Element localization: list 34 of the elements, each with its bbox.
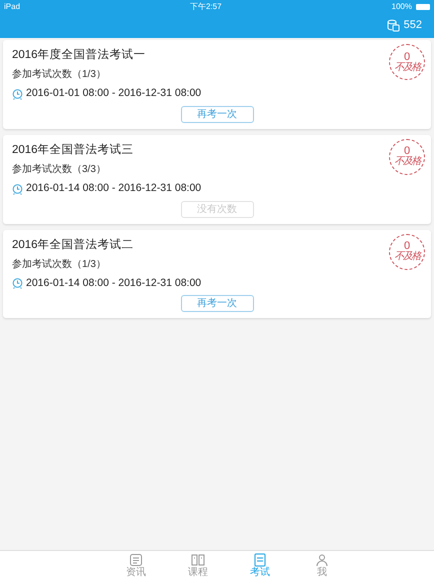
list-icon xyxy=(129,552,143,566)
score-text: 0 xyxy=(404,146,410,158)
device-label: iPad xyxy=(4,0,20,12)
points-count: 552 xyxy=(404,18,422,34)
exam-period: 2016-01-14 08:00 - 2016-12-31 08:00 xyxy=(26,180,202,196)
score-text: 0 xyxy=(404,52,410,62)
attempt-count: 参加考试次数（1/3） xyxy=(12,69,107,81)
alarm-clock-icon xyxy=(12,88,23,100)
tab-item[interactable]: 课程 xyxy=(183,551,213,579)
score-text: 0 xyxy=(404,241,410,252)
retake-button[interactable]: 再考一次 xyxy=(180,106,254,123)
attempt-count: 参加考试次数（3/3） xyxy=(12,164,107,176)
result-text: 不及格 xyxy=(394,62,420,72)
alarm-clock-icon xyxy=(12,277,23,290)
exam-period: 2016-01-01 08:00 - 2016-12-31 08:00 xyxy=(26,86,202,101)
person-icon xyxy=(315,552,329,566)
book-icon xyxy=(191,552,205,566)
battery-percent: 100% xyxy=(392,0,412,12)
exam-title: 2016年全国普法考试二 xyxy=(12,237,134,252)
exam-period: 2016-01-14 08:00 - 2016-12-31 08:00 xyxy=(26,276,202,290)
tab-item[interactable]: 资讯 xyxy=(121,551,151,579)
battery-icon xyxy=(416,4,430,10)
tab-item[interactable]: 我 xyxy=(307,551,337,579)
attempt-count: 参加考试次数（1/3） xyxy=(12,258,107,270)
exam-title: 2016年度全国普法考试一 xyxy=(12,47,146,63)
result-text: 不及格 xyxy=(394,157,420,168)
result-text: 不及格 xyxy=(394,252,420,262)
document-icon xyxy=(253,552,267,566)
status-time: 下午2:57 xyxy=(190,0,222,12)
tab-item[interactable]: 考试 xyxy=(245,551,275,579)
retake-button[interactable]: 再考一次 xyxy=(180,295,254,312)
alarm-clock-icon xyxy=(12,182,23,195)
exam-title: 2016年全国普法考试三 xyxy=(12,142,134,158)
coins-icon xyxy=(386,19,400,32)
